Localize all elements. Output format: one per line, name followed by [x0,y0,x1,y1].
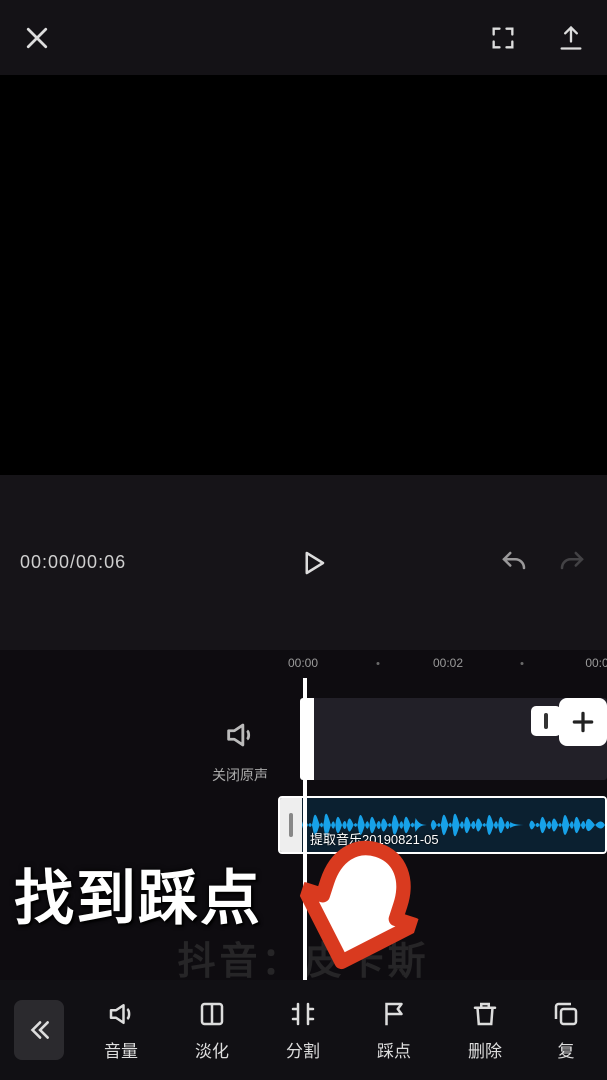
tool-label: 淡化 [195,1037,229,1062]
copy-icon [551,999,581,1029]
play-icon[interactable] [298,548,328,578]
transport-bar: 00:00/00:06 [0,475,607,650]
ruler-tick: 00:02 [433,656,463,670]
trash-icon [470,999,500,1029]
timecode: 00:00/00:06 [20,552,126,573]
flag-icon [379,999,409,1029]
ruler-dot [521,662,524,665]
fade-icon [197,999,227,1029]
tool-label: 音量 [104,1037,138,1062]
tool-copy[interactable]: 复 [531,999,601,1062]
tool-label: 踩点 [377,1037,411,1062]
mute-label: 关闭原声 [185,765,295,785]
fullscreen-icon[interactable] [489,24,517,52]
export-icon[interactable] [557,24,585,52]
tool-volume[interactable]: 音量 [76,999,166,1062]
video-preview[interactable] [0,75,607,475]
tool-split[interactable]: 分割 [258,999,348,1062]
tool-label: 分割 [286,1037,320,1062]
timeline-ruler[interactable]: 00:00 00:02 00:0 [0,650,607,678]
tool-delete[interactable]: 删除 [440,999,530,1062]
tool-label: 复 [558,1037,575,1062]
close-icon[interactable] [22,23,52,53]
tool-beat[interactable]: 踩点 [349,999,439,1062]
ruler-tick: 00:00 [288,656,318,670]
volume-icon [106,999,136,1029]
ruler-tick: 00:0 [585,656,607,670]
add-clip-button[interactable] [559,698,607,746]
bottom-toolbar: 音量 淡化 分割 踩点 删除 [0,980,607,1080]
mute-original-sound[interactable]: 关闭原声 [185,718,295,785]
undo-icon[interactable] [499,548,529,578]
speaker-icon [223,718,257,752]
top-bar [0,0,607,75]
redo-icon[interactable] [557,548,587,578]
tool-label: 删除 [468,1037,502,1062]
ruler-dot [377,662,380,665]
collapse-toolbar-button[interactable] [14,1000,64,1060]
split-icon [288,999,318,1029]
annotation-text: 找到踩点 [14,850,262,937]
audio-start-handle[interactable] [280,798,302,852]
tool-fade[interactable]: 淡化 [167,999,257,1062]
clip-end-handle[interactable] [531,706,561,736]
